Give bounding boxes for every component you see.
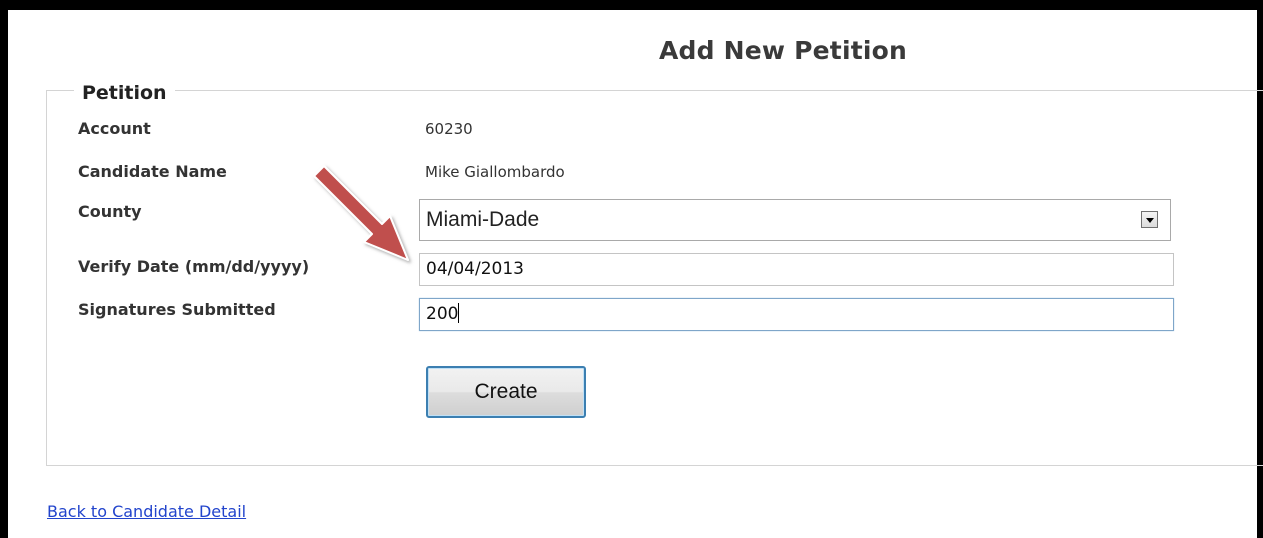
county-label: County (78, 202, 142, 221)
petition-legend: Petition (74, 80, 175, 106)
verify-date-label: Verify Date (mm/dd/yyyy) (78, 257, 310, 276)
red-arrow-icon (313, 165, 409, 261)
candidate-name-value: Mike Giallombardo (425, 163, 565, 181)
county-select[interactable]: Miami-Dade (419, 199, 1171, 241)
account-value: 60230 (425, 120, 473, 138)
chevron-down-icon (1146, 218, 1154, 223)
signatures-submitted-input[interactable]: 200 (419, 298, 1174, 331)
signatures-submitted-label: Signatures Submitted (78, 300, 276, 319)
back-to-candidate-detail-link[interactable]: Back to Candidate Detail (47, 502, 246, 521)
county-select-value: Miami-Dade (426, 208, 540, 231)
verify-date-value: 04/04/2013 (426, 259, 524, 279)
candidate-name-label: Candidate Name (78, 162, 227, 181)
account-label: Account (78, 119, 151, 138)
dropdown-arrow-button[interactable] (1141, 211, 1158, 228)
text-caret (458, 303, 460, 323)
verify-date-input[interactable]: 04/04/2013 (419, 253, 1174, 286)
signatures-submitted-value: 200 (426, 304, 459, 324)
create-button[interactable]: Create (426, 366, 586, 418)
page-title: Add New Petition (659, 36, 908, 65)
